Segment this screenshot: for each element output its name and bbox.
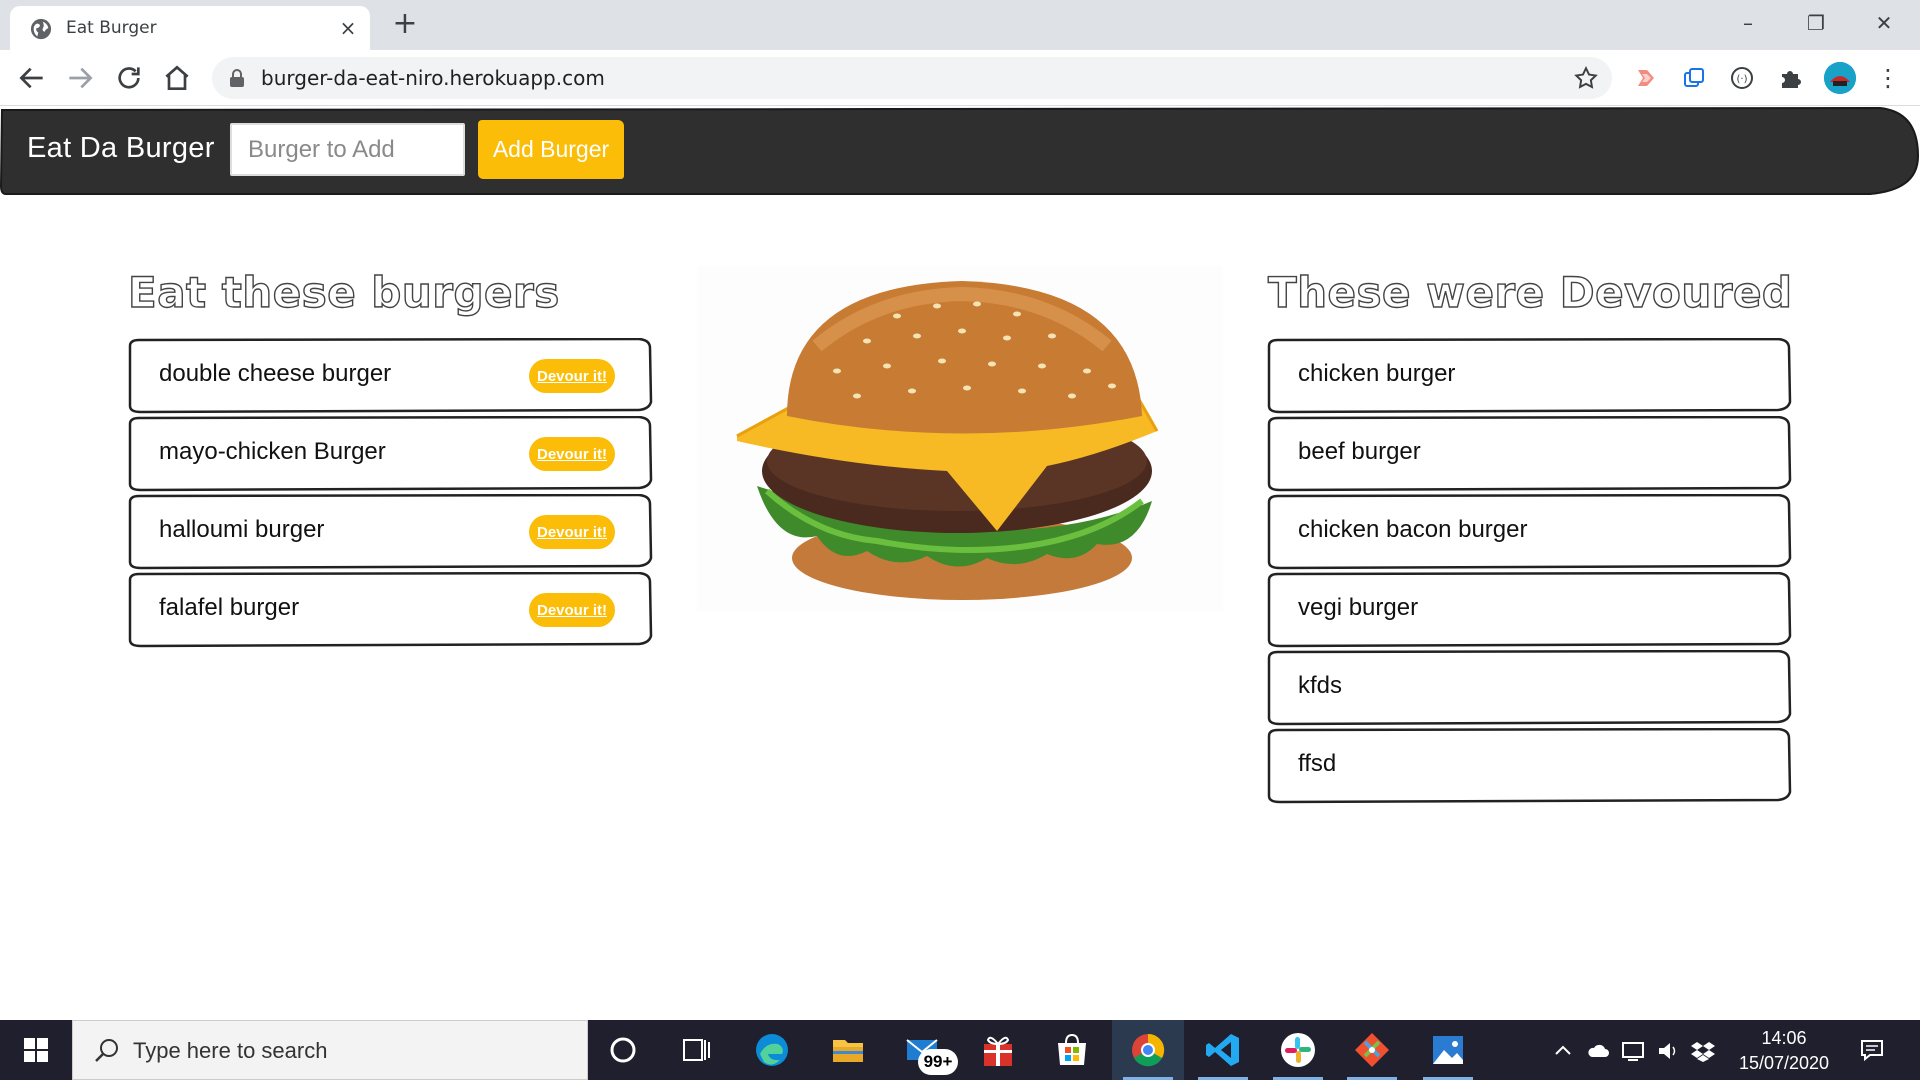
burger-name: kfds [1298,672,1343,699]
devoured-burger-card: kfds [1266,650,1792,727]
star-icon[interactable] [1573,65,1599,91]
store-icon[interactable] [1052,1030,1092,1070]
globe-icon [30,18,52,40]
gift-icon[interactable] [978,1030,1018,1070]
uneaten-burger-card: halloumi burger Devour it! [127,494,653,571]
taskbar-search-box[interactable]: Type here to search [72,1020,588,1080]
windows-taskbar: Type here to search 99+ 14:06 15/07/2020 [0,1020,1920,1080]
notification-icon[interactable] [1858,1036,1886,1064]
devoured-burger-card: beef burger [1266,416,1792,493]
card-border [1267,650,1792,726]
reload-icon[interactable] [113,62,145,94]
devour-button[interactable]: Devour it! [529,437,615,471]
devoured-burger-card: chicken burger [1266,338,1792,415]
edge-icon[interactable] [752,1030,792,1070]
devour-button[interactable]: Devour it! [529,359,615,393]
burger-name: mayo-chicken Burger [159,438,386,465]
speaker-icon[interactable] [1655,1038,1681,1064]
taskbar-clock[interactable]: 14:06 15/07/2020 [1730,1026,1838,1076]
network-icon[interactable] [1620,1038,1646,1064]
avatar-icon [1824,62,1856,94]
chrome-icon[interactable] [1128,1030,1168,1070]
clock-date: 15/07/2020 [1738,1053,1830,1073]
web-page: Eat Da Burger Add Burger Eat these burge… [0,106,1920,1020]
vscode-icon[interactable] [1203,1030,1243,1070]
forward-icon[interactable] [64,62,96,94]
site-brand[interactable]: Eat Da Burger [27,132,215,165]
window-close-button[interactable]: ✕ [1854,6,1914,40]
burger-name: halloumi burger [159,516,325,543]
windows-icon[interactable] [0,1020,72,1080]
extension-icon[interactable] [1632,64,1660,92]
url-text[interactable]: burger-da-eat-niro.herokuapp.com [261,66,605,90]
site-navbar: Eat Da Burger Add Burger [0,106,1920,196]
browser-menu-button[interactable]: ⋮ [1876,62,1900,94]
burger-name: ffsd [1298,750,1337,777]
puzzle-icon[interactable] [1776,64,1804,92]
devoured-heading: These were Devoured [1267,267,1793,317]
slack-icon[interactable] [1278,1030,1318,1070]
cloud-icon[interactable] [1585,1038,1611,1064]
mail-badge: 99+ [918,1049,958,1075]
burger-name: falafel burger [159,594,300,621]
home-icon[interactable] [161,62,193,94]
taskbar-search-text: Type here to search [133,1038,328,1063]
add-burger-button[interactable]: Add Burger [478,120,624,179]
new-tab-button[interactable]: + [390,9,420,40]
svg-text:(·): (·) [1737,74,1748,85]
profile-avatar[interactable] [1824,62,1856,94]
dropbox-icon[interactable] [1690,1038,1716,1064]
tab-strip: Eat Burger × + – ❐ ✕ [0,0,1920,50]
devoured-burger-card: vegi burger [1266,572,1792,649]
devour-button[interactable]: Devour it! [529,593,615,627]
file-explorer-icon[interactable] [828,1030,868,1070]
uneaten-heading: Eat these burgers [127,267,560,317]
burger-name: chicken burger [1298,360,1456,387]
extension-icon[interactable]: (·) [1728,64,1756,92]
search-icon [95,1039,118,1062]
restore-button[interactable]: ❐ [1786,6,1846,40]
uneaten-burger-card: falafel burger Devour it! [127,572,653,649]
burger-name: vegi burger [1298,594,1419,621]
devoured-burger-card: ffsd [1266,728,1792,805]
photos-icon[interactable] [1428,1030,1468,1070]
back-icon[interactable] [16,62,48,94]
minimize-button[interactable]: – [1718,6,1778,40]
devoured-burger-card: chicken bacon burger [1266,494,1792,571]
uneaten-burger-card: double cheese burger Devour it! [127,338,653,415]
burger-name: beef burger [1298,438,1421,465]
git-icon[interactable] [1352,1030,1392,1070]
lock-icon[interactable] [228,68,246,88]
card-border [1267,728,1792,804]
cortana-icon[interactable] [603,1030,643,1070]
clock-time: 14:06 [1761,1028,1807,1048]
burger-name-input[interactable] [230,123,465,176]
burger-name: chicken bacon burger [1298,516,1528,543]
tab-close-icon[interactable]: × [335,15,361,41]
devour-button[interactable]: Devour it! [529,515,615,549]
burger-name: double cheese burger [159,360,392,387]
browser-tab[interactable]: Eat Burger × [10,6,370,50]
chevron-up-icon[interactable] [1550,1038,1576,1064]
task-view-icon[interactable] [676,1030,716,1070]
tab-title: Eat Burger [66,18,157,38]
extension-icon[interactable] [1680,64,1708,92]
uneaten-burger-card: mayo-chicken Burger Devour it! [127,416,653,493]
burger-image [697,266,1223,612]
